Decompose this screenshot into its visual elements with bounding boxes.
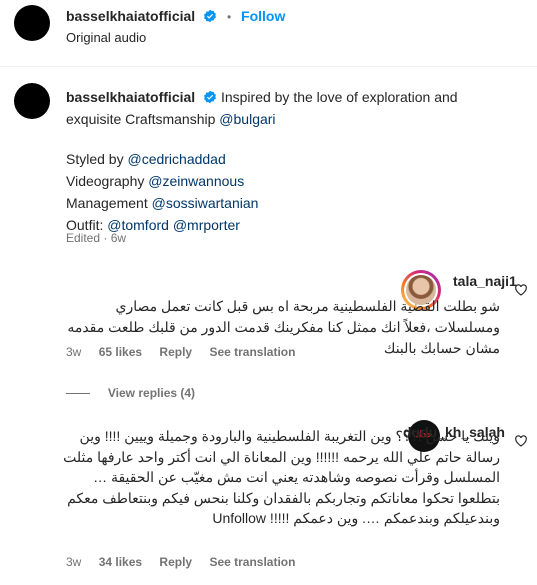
credit-mention[interactable]: @tomford @mrporter — [107, 217, 240, 233]
comment-likes[interactable]: 34 likes — [99, 555, 142, 569]
comment-2-text: وينك يا حسن !؟؟؟ وين التغريبة الفلسطينية… — [63, 428, 500, 526]
credit-label: Styled by — [66, 151, 124, 167]
reply-button[interactable]: Reply — [159, 345, 192, 359]
follow-button[interactable]: Follow — [241, 8, 285, 24]
see-translation-button[interactable]: See translation — [209, 345, 295, 359]
caption-credits: Styled by @cedrichaddad Videography @zei… — [66, 148, 258, 236]
like-heart-icon[interactable] — [514, 283, 528, 297]
caption-block: basselkhaiatofficial Inspired by the lov… — [66, 86, 506, 130]
comment-age: 3w — [66, 555, 82, 569]
comment-2-meta: 3w 34 likes Reply See translation — [66, 555, 309, 569]
verified-badge-icon — [204, 9, 216, 23]
header-divider — [0, 66, 537, 67]
comment-1-meta: 3w 65 likes Reply See translation — [66, 345, 309, 359]
verified-badge-icon — [204, 90, 216, 104]
credit-label: Management — [66, 195, 148, 211]
audio-label[interactable]: Original audio — [66, 30, 146, 45]
header-username[interactable]: basselkhaiatofficial — [66, 8, 195, 24]
credit-mention[interactable]: @sossiwartanian — [152, 195, 259, 211]
credit-line: Styled by @cedrichaddad — [66, 148, 258, 170]
caption-avatar[interactable] — [14, 83, 50, 119]
caption-edited: Edited · 6w — [66, 231, 127, 245]
mention-bulgari[interactable]: @bulgari — [219, 111, 275, 127]
view-replies-button[interactable]: View replies (4) — [108, 386, 195, 400]
caption-username[interactable]: basselkhaiatofficial — [66, 89, 195, 105]
view-replies-line — [66, 392, 90, 394]
comment-1-username[interactable]: tala_naji1 — [453, 273, 517, 289]
like-heart-icon[interactable] — [514, 434, 528, 448]
header-avatar[interactable] — [14, 5, 50, 41]
header-separator: • — [226, 10, 232, 24]
credit-label: Videography — [66, 173, 145, 189]
comment-likes[interactable]: 65 likes — [99, 345, 142, 359]
credit-line: Management @sossiwartanian — [66, 192, 258, 214]
comment-age: 3w — [66, 345, 82, 359]
view-replies-row[interactable]: View replies (4) — [66, 384, 195, 400]
credit-mention[interactable]: @zeinwannous — [148, 173, 244, 189]
header-username-row: basselkhaiatofficial • Follow — [66, 8, 285, 24]
reply-button[interactable]: Reply — [159, 555, 192, 569]
credit-line: Videography @zeinwannous — [66, 170, 258, 192]
credit-mention[interactable]: @cedrichaddad — [127, 151, 225, 167]
see-translation-button[interactable]: See translation — [209, 555, 295, 569]
